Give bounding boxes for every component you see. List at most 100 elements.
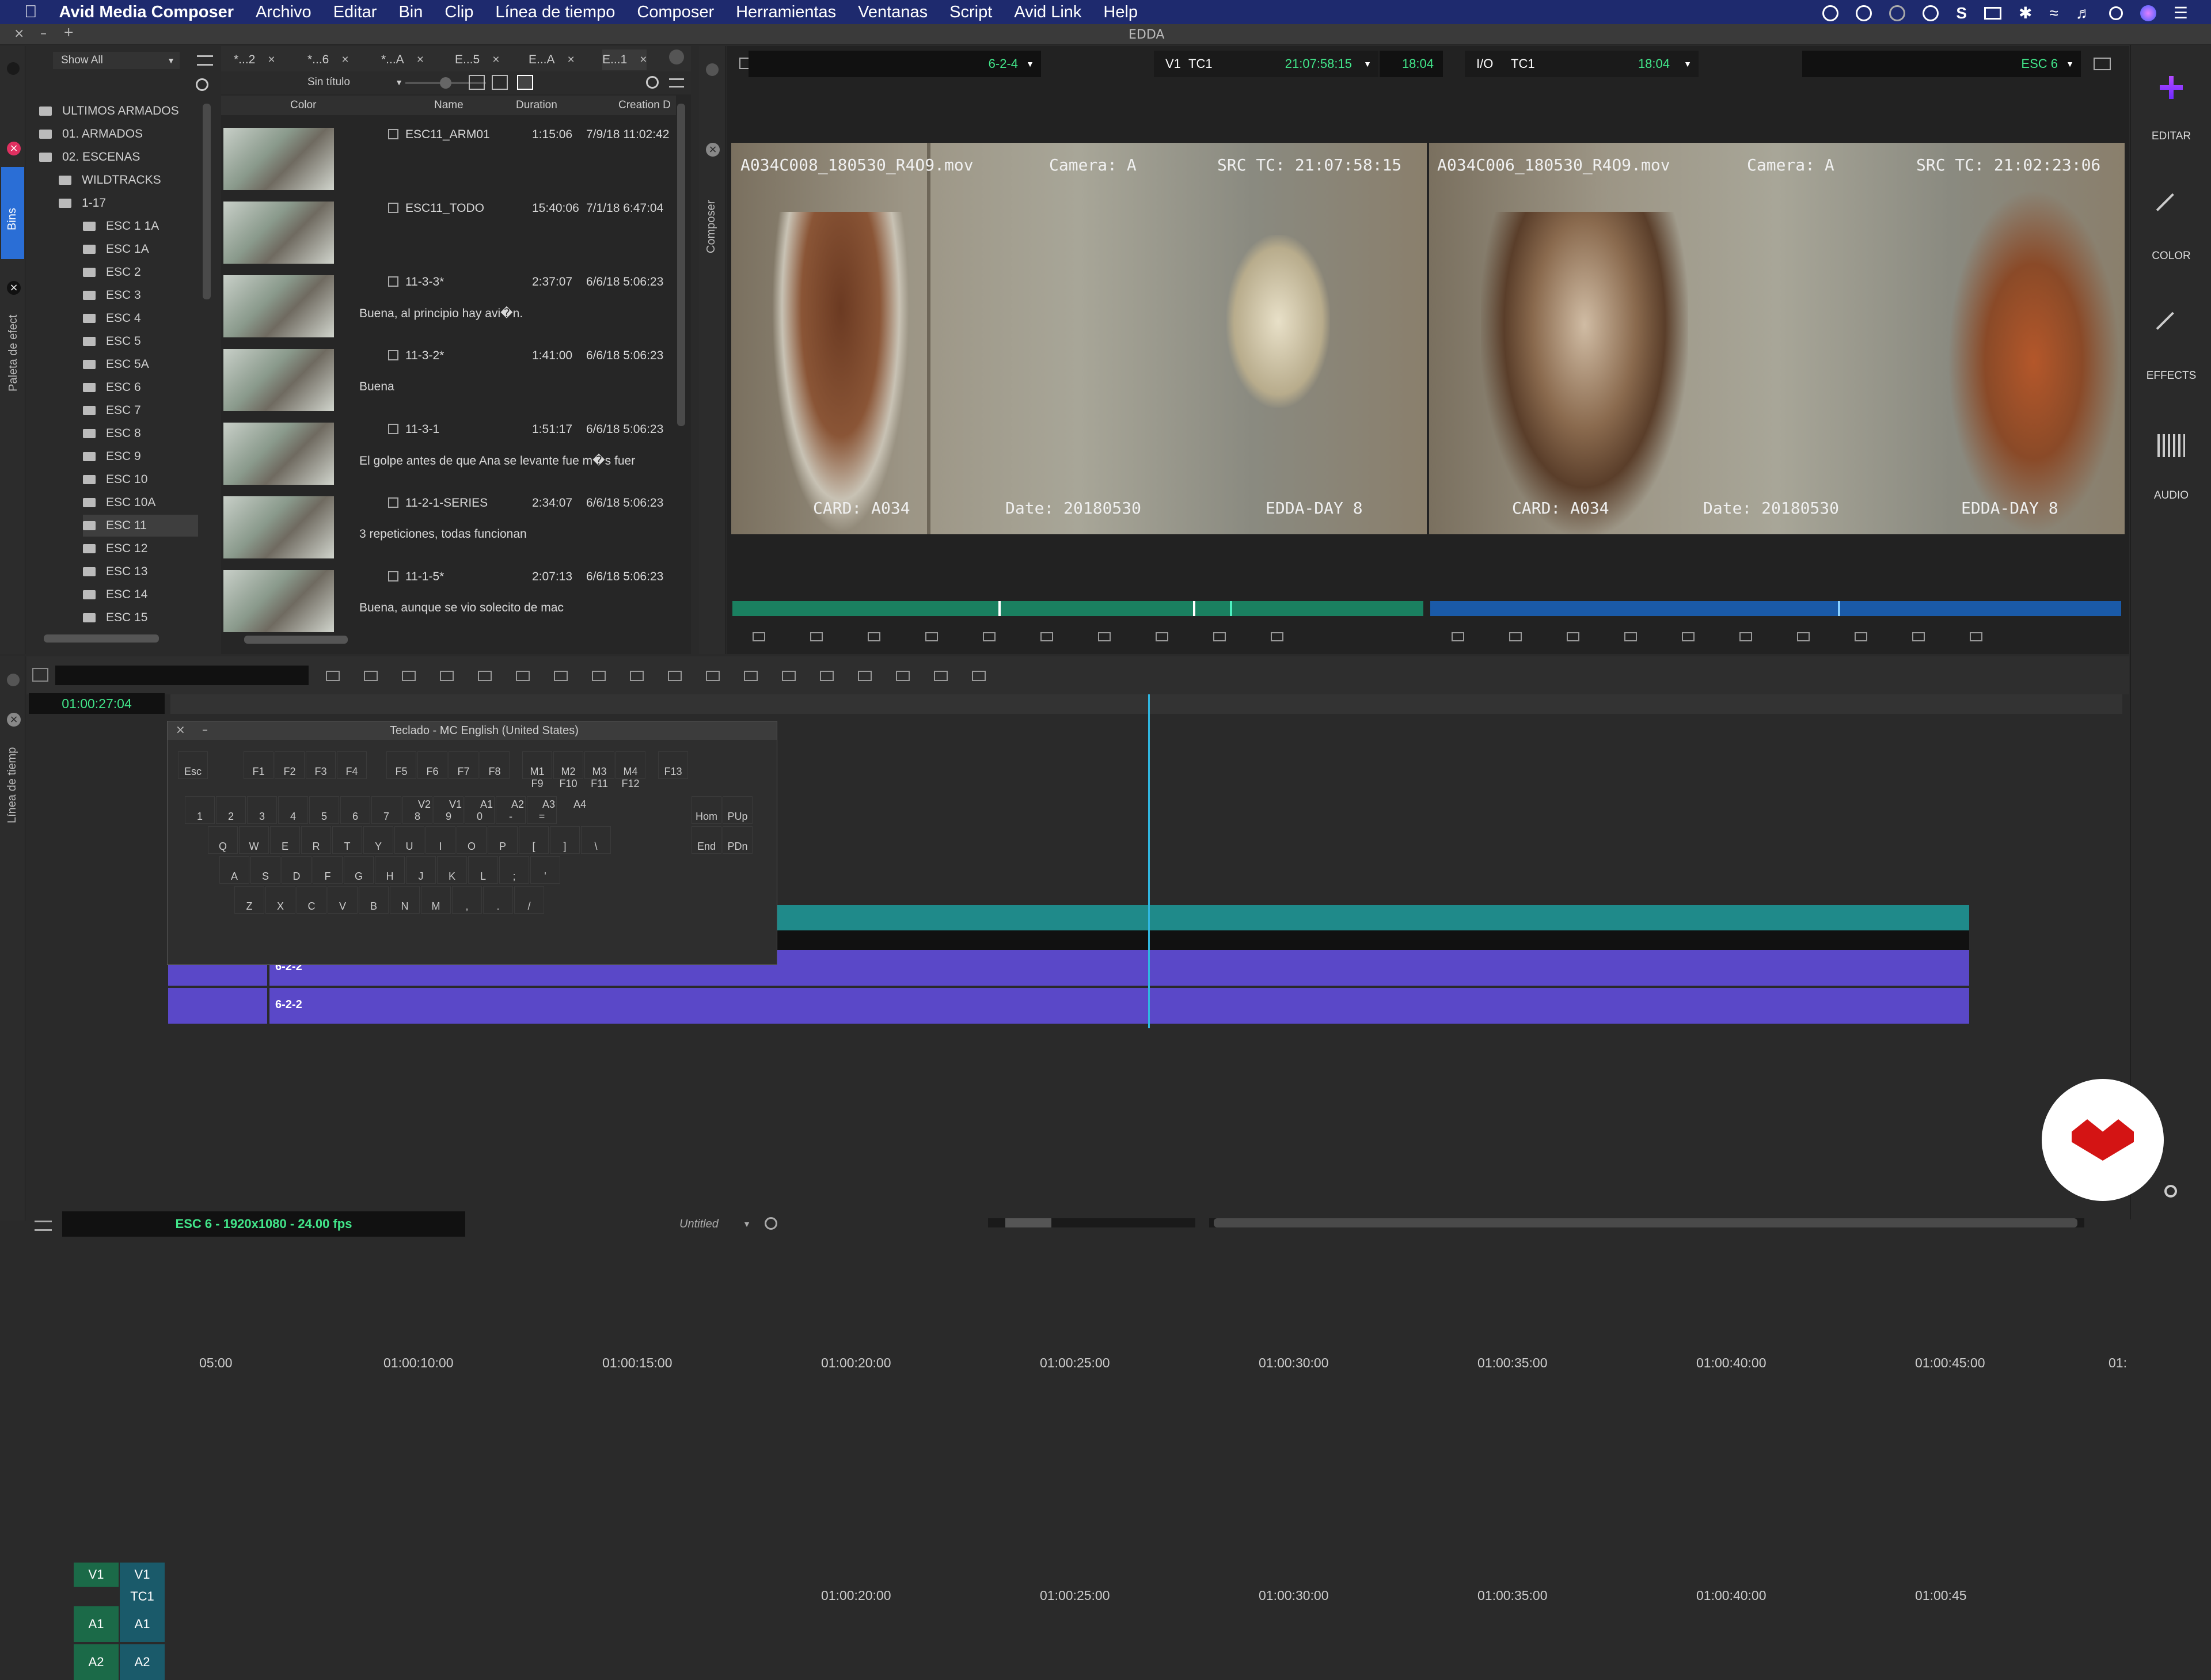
nav-key[interactable]: End bbox=[692, 826, 721, 854]
script-view-icon[interactable] bbox=[492, 75, 508, 90]
toolbar-audio[interactable]: AUDIO bbox=[2131, 489, 2211, 502]
bin-tree-item[interactable]: ULTIMOS ARMADOS bbox=[39, 100, 179, 122]
timeline-ruler[interactable] bbox=[170, 694, 2122, 714]
audio-icon[interactable] bbox=[816, 668, 837, 684]
source-tc-bar[interactable]: V1 TC1 21:07:58:15 ▼ bbox=[1154, 51, 1378, 77]
timeline-audio-icon[interactable] bbox=[32, 668, 48, 682]
letter-key[interactable]: O bbox=[457, 826, 487, 854]
notification-center-icon[interactable]: ☰ bbox=[2174, 3, 2188, 22]
menu-avid-link[interactable]: Avid Link bbox=[1014, 3, 1081, 22]
close-icon[interactable]: × bbox=[492, 53, 499, 67]
bin-tab[interactable]: E...5 × bbox=[455, 50, 499, 70]
clip-thumbnail[interactable] bbox=[223, 570, 334, 632]
a2-clip-head[interactable] bbox=[168, 988, 267, 1024]
letter-key[interactable]: X bbox=[265, 886, 295, 914]
menu-script[interactable]: Script bbox=[949, 3, 992, 22]
column-creation[interactable]: Creation D bbox=[618, 99, 671, 112]
wifi-icon[interactable]: ≈ bbox=[2050, 4, 2058, 22]
current-tc-field[interactable]: 01:00:27:04 bbox=[29, 693, 165, 714]
function-key[interactable]: F7 bbox=[449, 751, 478, 779]
number-key[interactable]: 2 bbox=[216, 796, 246, 824]
number-key[interactable]: 1 bbox=[185, 796, 215, 824]
bin-tree-item[interactable]: ESC 2 bbox=[83, 261, 141, 283]
clip-color-icon[interactable] bbox=[740, 668, 761, 684]
bluetooth-icon[interactable]: ✱ bbox=[2019, 3, 2032, 22]
bin-tree-item[interactable]: ESC 8 bbox=[83, 423, 141, 444]
number-key[interactable]: 3 bbox=[247, 796, 277, 824]
function-key[interactable]: F2 bbox=[275, 751, 305, 779]
timeline-close-icon[interactable]: × bbox=[7, 713, 21, 727]
letter-key[interactable]: . bbox=[483, 886, 513, 914]
nav-key[interactable]: PDn bbox=[723, 826, 753, 854]
timeline-h-scrollbar[interactable] bbox=[1209, 1218, 2084, 1227]
menu-ventanas[interactable]: Ventanas bbox=[858, 3, 928, 22]
bins-tab[interactable]: Bins bbox=[1, 167, 24, 259]
siri-icon[interactable] bbox=[2140, 5, 2156, 21]
letter-key[interactable]: T bbox=[332, 826, 362, 854]
step-back-icon[interactable] bbox=[806, 629, 827, 645]
source-track-selector[interactable]: A1 bbox=[74, 1606, 119, 1642]
source-track-selector[interactable] bbox=[74, 1587, 119, 1606]
splice-in-icon[interactable] bbox=[1209, 629, 1230, 645]
effects-wand-icon[interactable] bbox=[2156, 311, 2189, 345]
function-key[interactable]: M1 F9 bbox=[522, 751, 552, 789]
link-icon[interactable] bbox=[702, 668, 723, 684]
bin-clip-row[interactable]: ESC11_TODO 15:40:06 7/1/18 6:47:04 bbox=[221, 199, 666, 273]
bin-tree-item[interactable]: ESC 4 bbox=[83, 307, 141, 329]
tree-h-scrollbar[interactable] bbox=[44, 634, 159, 643]
letter-key[interactable]: \ bbox=[581, 826, 611, 854]
letter-key[interactable]: Y bbox=[363, 826, 393, 854]
status-record-icon[interactable] bbox=[1822, 5, 1839, 21]
splice-icon[interactable] bbox=[436, 668, 457, 684]
rec-record-icon[interactable] bbox=[1851, 629, 1871, 645]
letter-key[interactable]: W bbox=[239, 826, 269, 854]
audio-waveform-icon[interactable] bbox=[2157, 434, 2185, 457]
bin-clip-row[interactable]: 11-3-2* 1:41:00 6/6/18 5:06:23 Buena bbox=[221, 347, 666, 420]
function-key[interactable]: F8 bbox=[480, 751, 510, 779]
letter-key[interactable]: / bbox=[514, 886, 544, 914]
bin-tree-item[interactable]: ESC 1A bbox=[83, 238, 149, 260]
toolbar-settings-icon[interactable] bbox=[2164, 1185, 2177, 1198]
bin-search-icon[interactable] bbox=[646, 76, 659, 89]
play-icon[interactable] bbox=[979, 629, 1000, 645]
bin-menu-icon[interactable] bbox=[669, 78, 684, 88]
bin-v-scrollbar[interactable] bbox=[677, 104, 685, 426]
column-name[interactable]: Name bbox=[434, 99, 464, 112]
mark-clip-icon[interactable] bbox=[1505, 629, 1526, 645]
number-key[interactable]: 7 bbox=[371, 796, 401, 824]
color-brush-icon[interactable] bbox=[2156, 193, 2189, 226]
bin-tree-item[interactable]: ESC 5A bbox=[83, 354, 149, 375]
number-key[interactable]: 6 bbox=[340, 796, 370, 824]
source-position-indicator[interactable] bbox=[1230, 601, 1232, 616]
letter-key[interactable]: Q bbox=[208, 826, 238, 854]
bin-tree-item[interactable]: ESC 12 bbox=[83, 538, 147, 560]
bin-tab[interactable]: *...6 × bbox=[307, 50, 349, 70]
timeline-zoom-slider[interactable] bbox=[988, 1218, 1195, 1227]
keyboard-close-icon[interactable]: × bbox=[176, 723, 185, 736]
letter-key[interactable]: ' bbox=[530, 856, 560, 884]
letter-key[interactable]: B bbox=[359, 886, 389, 914]
bin-tree-item[interactable]: ESC 9 bbox=[83, 446, 141, 467]
clip-thumbnail[interactable] bbox=[223, 423, 334, 485]
letter-key[interactable]: D bbox=[282, 856, 311, 884]
close-icon[interactable]: × bbox=[417, 53, 424, 67]
source-track-selector[interactable]: A2 bbox=[74, 1644, 119, 1680]
bin-tree-item[interactable]: ESC 13 bbox=[83, 561, 147, 583]
menu-archivo[interactable]: Archivo bbox=[256, 3, 311, 22]
letter-key[interactable]: I bbox=[426, 826, 455, 854]
panel-menu-icon[interactable] bbox=[7, 62, 20, 75]
extract-icon[interactable] bbox=[360, 668, 381, 684]
bin-tree-item[interactable]: ESC 11 bbox=[83, 515, 198, 537]
airplay-icon[interactable] bbox=[1984, 6, 2002, 20]
spotlight-search-icon[interactable] bbox=[2109, 6, 2123, 20]
lift-icon[interactable] bbox=[322, 668, 343, 684]
letter-key[interactable]: S bbox=[250, 856, 280, 884]
letter-key[interactable]: J bbox=[406, 856, 436, 884]
app-name-menu[interactable]: Avid Media Composer bbox=[59, 3, 234, 22]
function-key[interactable]: M3 F11 bbox=[584, 751, 614, 789]
close-icon[interactable]: × bbox=[268, 53, 275, 67]
io-tc-bar[interactable]: I/O TC1 18:04 ▼ bbox=[1465, 51, 1699, 77]
close-icon[interactable]: × bbox=[341, 53, 348, 67]
function-key[interactable]: Esc bbox=[178, 751, 208, 779]
timeline-menu-icon[interactable] bbox=[7, 674, 20, 686]
